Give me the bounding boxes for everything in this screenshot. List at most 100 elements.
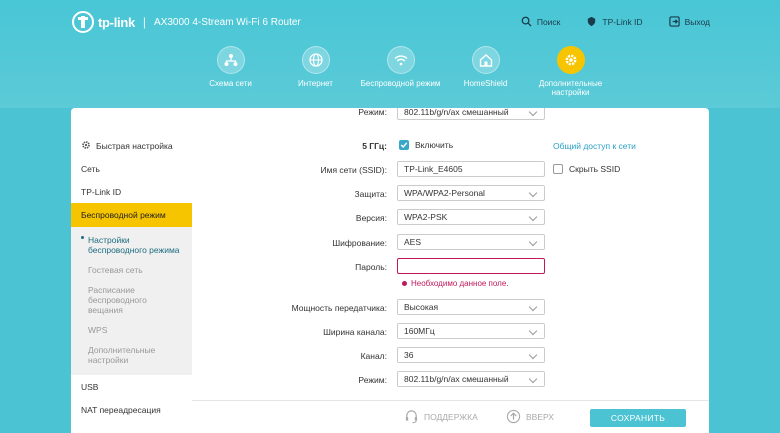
- top-mode-label: Режим:: [358, 108, 387, 117]
- nav-advanced[interactable]: Дополнительные настройки: [528, 46, 613, 97]
- share-network-link[interactable]: Общий доступ к сети: [553, 141, 636, 151]
- sidebar-sub-wps[interactable]: WPS: [71, 320, 192, 340]
- enable-5ghz-checkbox[interactable]: Включить: [399, 140, 453, 150]
- nav-internet-label: Интернет: [298, 79, 333, 88]
- chevron-down-icon: [528, 188, 538, 198]
- version-value: WPA2-PSK: [404, 212, 448, 222]
- sidebar-sub-wireless-settings[interactable]: Настройки беспроводного режима: [71, 227, 192, 260]
- save-button[interactable]: СОХРАНИТЬ: [590, 409, 686, 427]
- sidebar-item-tplink-id[interactable]: TP-Link ID: [71, 180, 192, 203]
- channel-width-select[interactable]: 160МГц: [397, 323, 545, 339]
- router-model: AX3000 4-Stream Wi-Fi 6 Router: [154, 16, 301, 28]
- checkbox-unchecked-icon: [553, 164, 563, 174]
- password-error-text: Необходимо данное поле.: [411, 279, 509, 288]
- password-label: Пароль:: [355, 262, 387, 272]
- network-map-icon: [216, 46, 245, 74]
- sidebar-sub-guest[interactable]: Гостевая сеть: [71, 260, 192, 280]
- channel-width-value: 160МГц: [404, 326, 435, 336]
- wireless-settings-form: Режим: 802.11b/g/n/ax смешанный 5 ГГц: В…: [192, 108, 709, 433]
- sidebar-item-nat[interactable]: NAT переадресация: [71, 398, 192, 421]
- nav-homeshield-label: HomeShield: [463, 79, 508, 88]
- sidebar-sub-wireless-settings-label: Настройки беспроводного режима: [88, 235, 180, 255]
- sidebar-item-network[interactable]: Сеть: [71, 157, 192, 180]
- main-panel: Быстрая настройка Сеть TP-Link ID Беспро…: [71, 108, 709, 433]
- quick-setup-gear-icon: [81, 140, 91, 152]
- sidebar-item-nat-label: NAT переадресация: [81, 404, 161, 415]
- support-button[interactable]: ПОДДЕРЖКА: [404, 409, 478, 424]
- top-mode-select[interactable]: 802.11b/g/n/ax смешанный: [397, 108, 545, 120]
- sidebar-item-usb[interactable]: USB: [71, 375, 192, 398]
- hide-ssid-label: Скрыть SSID: [569, 164, 621, 174]
- tplink-logo-icon: [72, 11, 94, 33]
- tplink-id-label: TP-Link ID: [602, 16, 643, 27]
- sidebar-item-quick-setup-label: Быстрая настройка: [96, 140, 173, 151]
- security-select[interactable]: WPA/WPA2-Personal: [397, 185, 545, 201]
- power-value: Высокая: [404, 302, 439, 312]
- sidebar-sub-schedule-label: Расписание беспроводного вещания: [88, 285, 147, 315]
- channel-width-label: Ширина канала:: [323, 327, 387, 337]
- search-link[interactable]: Поиск: [521, 16, 561, 27]
- sidebar-sub-wps-label: WPS: [88, 325, 108, 335]
- user-id-icon: [588, 16, 596, 27]
- encryption-select[interactable]: AES: [397, 234, 545, 250]
- sidebar-sub-guest-label: Гостевая сеть: [88, 265, 143, 275]
- version-label: Версия:: [355, 213, 387, 223]
- mode-label: Режим:: [358, 375, 387, 385]
- save-label: СОХРАНИТЬ: [610, 413, 666, 423]
- wifi-icon: [386, 46, 415, 74]
- sidebar-item-network-label: Сеть: [81, 163, 100, 174]
- footer-bar: ПОДДЕРЖКА ВВЕРХ СОХРАНИТЬ: [192, 400, 709, 433]
- sidebar: Быстрая настройка Сеть TP-Link ID Беспро…: [71, 108, 192, 433]
- channel-select[interactable]: 36: [397, 347, 545, 363]
- nav-network-map[interactable]: Схема сети: [188, 46, 273, 97]
- nav-wireless[interactable]: Беспроводной режим: [358, 46, 443, 97]
- sidebar-item-tplink-id-label: TP-Link ID: [81, 186, 122, 197]
- chevron-down-icon: [528, 350, 538, 360]
- headset-icon: [405, 410, 418, 424]
- mode-value: 802.11b/g/n/ax смешанный: [404, 374, 509, 384]
- nav-network-map-label: Схема сети: [209, 79, 252, 88]
- security-label: Защита:: [354, 189, 388, 199]
- chevron-down-icon: [528, 237, 538, 247]
- search-icon: [521, 16, 532, 27]
- brand-name: tp-link: [98, 14, 135, 30]
- channel-label: Канал:: [360, 351, 387, 361]
- arrow-up-icon: [506, 409, 521, 424]
- chevron-down-icon: [528, 108, 538, 117]
- tplink-id-link[interactable]: TP-Link ID: [586, 16, 643, 27]
- hide-ssid-checkbox[interactable]: Скрыть SSID: [553, 164, 620, 174]
- version-select[interactable]: WPA2-PSK: [397, 209, 545, 225]
- checkbox-checked-icon: [399, 140, 409, 150]
- ssid-label: Имя сети (SSID):: [320, 165, 387, 175]
- chevron-down-icon: [528, 212, 538, 222]
- globe-icon: [301, 46, 330, 74]
- mode-select[interactable]: 802.11b/g/n/ax смешанный: [397, 371, 545, 387]
- top-mode-value: 802.11b/g/n/ax смешанный: [404, 108, 509, 117]
- back-to-top-button[interactable]: ВВЕРХ: [506, 409, 554, 424]
- sidebar-item-wireless-label: Беспроводной режим: [81, 210, 166, 220]
- password-error: Необходимо данное поле.: [402, 279, 509, 288]
- encryption-value: AES: [404, 237, 422, 247]
- nav-internet[interactable]: Интернет: [273, 46, 358, 97]
- gear-icon: [556, 46, 585, 74]
- search-label: Поиск: [536, 16, 561, 27]
- nav-homeshield[interactable]: HomeShield: [443, 46, 528, 97]
- security-value: WPA/WPA2-Personal: [404, 188, 485, 198]
- sidebar-item-wireless[interactable]: Беспроводной режим: [71, 203, 192, 227]
- logout-link[interactable]: Выход: [668, 16, 710, 27]
- support-label: ПОДДЕРЖКА: [424, 411, 478, 422]
- chevron-down-icon: [528, 302, 538, 312]
- sidebar-sub-schedule[interactable]: Расписание беспроводного вещания: [71, 280, 192, 320]
- header-separator: |: [142, 15, 147, 29]
- back-to-top-label: ВВЕРХ: [526, 411, 554, 422]
- password-input[interactable]: [397, 258, 545, 274]
- sidebar-item-quick-setup[interactable]: Быстрая настройка: [71, 134, 192, 157]
- logo[interactable]: tp-link | AX3000 4-Stream Wi-Fi 6 Router: [72, 11, 301, 33]
- main-nav: Схема сети Интернет Беспроводной режим H…: [188, 46, 613, 97]
- sidebar-sub-advanced[interactable]: Дополнительные настройки: [71, 340, 192, 375]
- power-select[interactable]: Высокая: [397, 299, 545, 315]
- ssid-input[interactable]: TP-Link_E4605: [397, 161, 545, 177]
- error-dot-icon: [402, 281, 407, 286]
- sidebar-item-usb-label: USB: [81, 381, 99, 392]
- power-label: Мощность передатчика:: [291, 303, 387, 313]
